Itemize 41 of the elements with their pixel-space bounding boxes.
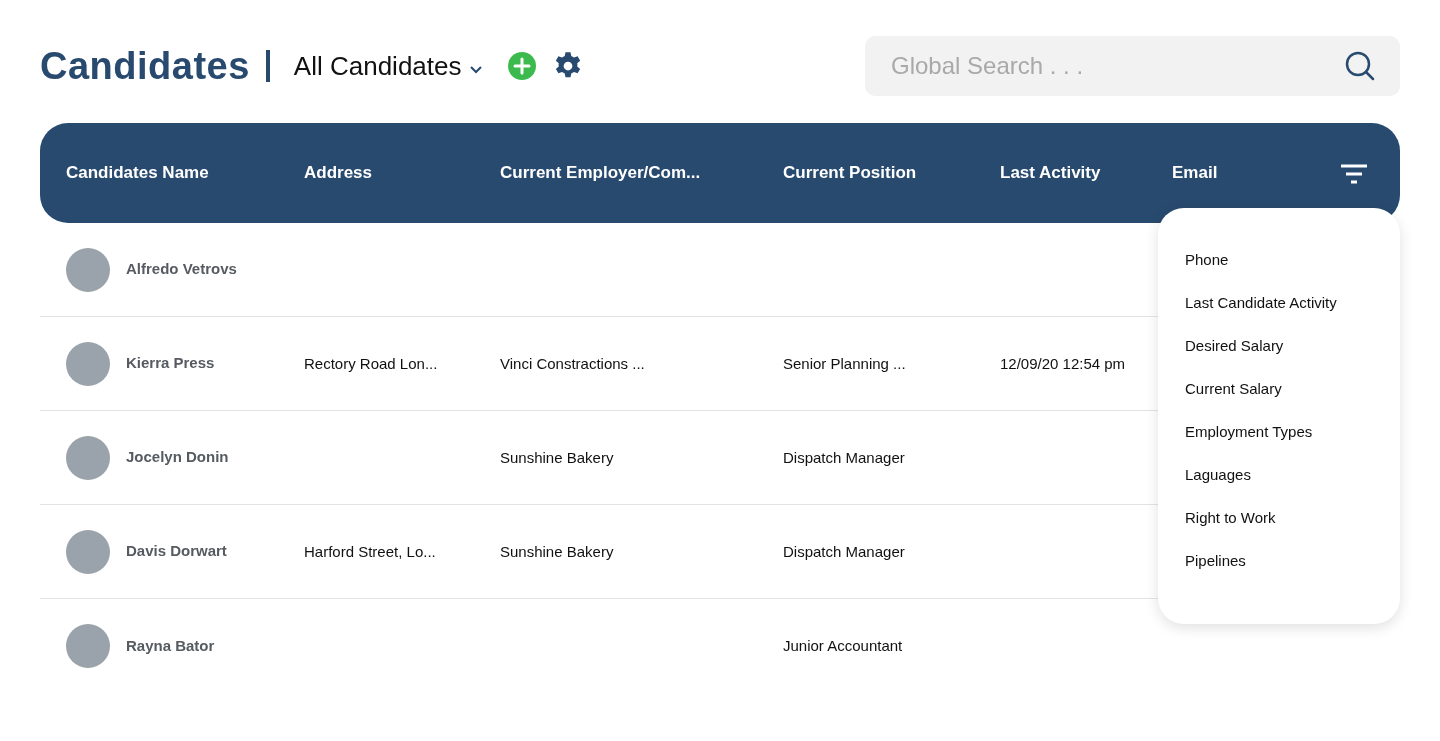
avatar-placeholder (66, 341, 110, 386)
column-header[interactable]: Email (1172, 160, 1340, 186)
filter-icon[interactable] (1340, 162, 1368, 185)
menu-item[interactable]: Desired Salary (1185, 324, 1284, 367)
avatar-placeholder (66, 247, 110, 292)
candidate-name[interactable]: Rayna Bator (126, 634, 215, 658)
avatar-placeholder (66, 529, 110, 574)
page-title: Candidates (40, 43, 250, 89)
column-header[interactable]: Current Employer/Com... (500, 160, 783, 186)
menu-item[interactable]: Current Salary (1185, 367, 1282, 410)
candidate-name[interactable]: Alfredo Vetrovs (126, 258, 237, 281)
menu-item[interactable]: Laguages (1185, 453, 1251, 496)
table-cell: Dispatch Manager (783, 542, 905, 560)
global-search-field[interactable]: Global Search . . . (889, 47, 1344, 85)
candidate-name[interactable]: Davis Dorwart (126, 540, 227, 563)
caret-icon (469, 64, 484, 74)
avatar-placeholder (66, 624, 110, 668)
column-header[interactable]: Candidates Name (66, 160, 304, 186)
candidate-name[interactable]: Kierra Press (126, 352, 215, 375)
table-cell: Dispatch Manager (783, 448, 905, 466)
table-cell: 12/09/20 12:54 pm (1000, 354, 1126, 372)
menu-item[interactable]: Pipelines (1185, 539, 1246, 582)
column-header[interactable]: Address (304, 160, 500, 186)
menu-item[interactable]: Last Candidate Activity (1185, 281, 1337, 324)
menu-item[interactable]: Employment Types (1185, 410, 1313, 453)
table-cell: Harford Street, Lo... (304, 542, 436, 560)
menu-item[interactable]: Right to Work (1185, 496, 1276, 539)
column-header[interactable]: Last Activity (1000, 160, 1172, 186)
view-dropdown[interactable]: All Candidates (293, 46, 484, 86)
table-cell: Senior Planning ... (783, 354, 906, 372)
table-cell: Vinci Constractions ... (500, 354, 645, 372)
search-bar[interactable]: Global Search . . . (865, 36, 1400, 96)
menu-item[interactable]: Phone (1185, 238, 1229, 281)
table-cell: Rectory Road Lon... (304, 354, 438, 372)
table-cell: Sunshine Bakery (500, 542, 614, 560)
table-cell: Junior Accountant (783, 637, 903, 654)
table-cell: Sunshine Bakery (500, 448, 614, 466)
avatar-placeholder (66, 435, 110, 480)
search-icon[interactable] (1344, 50, 1376, 82)
candidate-name[interactable]: Jocelyn Donin (126, 446, 229, 469)
column-header[interactable]: Current Position (783, 160, 1000, 186)
